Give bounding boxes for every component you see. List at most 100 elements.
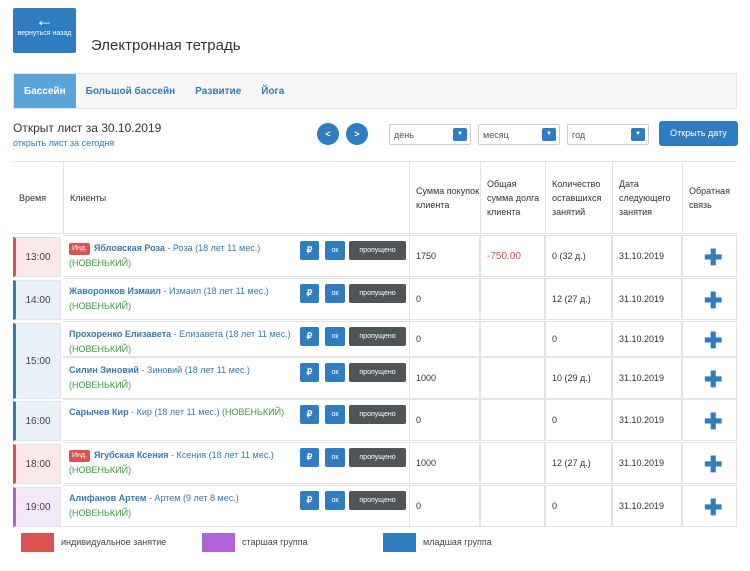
feedback-cell: ✚ [682,357,737,399]
client-name-link[interactable]: Алифанов Артем [69,493,146,503]
remaining-cell: 12 (27 д.) [545,278,612,320]
table-header: Время Клиенты Сумма покупок клиента Обща… [13,161,737,234]
sum-cell: 1000 [409,357,480,399]
tab-big-pool[interactable]: Большой бассейн [76,74,186,108]
legend-swatch-senior [202,533,235,552]
ok-button[interactable]: ок [325,327,345,346]
col-next-date: Дата следующего занятия [612,162,682,233]
debt-cell: -750.00 [480,235,545,277]
debt-cell [480,321,545,357]
next-date-cell: 31.10.2019 [612,278,682,320]
day-select[interactable]: день ▼ [389,124,471,145]
skipped-button[interactable]: пропущено [349,241,406,260]
sum-cell: 1750 [409,235,480,277]
payment-button[interactable]: ₽ [300,491,319,510]
tab-development[interactable]: Развитие [185,74,251,108]
client-name-link[interactable]: Силин Зиновий [69,365,139,375]
col-sum: Сумма покупок клиента [409,162,480,233]
add-feedback-plus-icon[interactable]: ✚ [704,330,722,352]
individual-tag: Инд. [69,450,90,462]
month-select-value: месяц [483,130,509,140]
client-cell: Прохоренко Елизавета - Елизавета (18 лет… [63,321,409,357]
debt-cell [480,399,545,441]
client-info: Жаворонков Измаил - Измаил (18 лет 11 ме… [69,284,295,314]
next-date-cell: 31.10.2019 [612,321,682,357]
client-info: Инд. Ягубская Ксения - Ксения (18 лет 11 … [69,448,295,478]
open-date-button[interactable]: Открыть дату [659,121,738,146]
prev-date-button[interactable]: < [317,123,339,145]
tab-yoga[interactable]: Йога [251,74,294,108]
client-cell: Силин Зиновий - Зиновий (18 лет 11 мес.)… [63,357,409,399]
day-select-value: день [394,130,414,140]
client-cell: Жаворонков Измаил - Измаил (18 лет 11 ме… [63,278,409,320]
payment-button[interactable]: ₽ [300,327,319,346]
chevron-down-icon: ▼ [542,128,556,141]
add-feedback-plus-icon[interactable]: ✚ [704,454,722,476]
client-info: Сарычев Кир - Кир (18 лет 11 мес.) (НОВЕ… [69,405,295,420]
skipped-button[interactable]: пропущено [349,284,406,303]
ok-button[interactable]: ок [325,448,345,467]
remaining-cell: 0 [545,399,612,441]
client-name-link[interactable]: Прохоренко Елизавета [69,329,171,339]
skipped-button[interactable]: пропущено [349,448,406,467]
add-feedback-plus-icon[interactable]: ✚ [704,247,722,269]
client-detail: - Зиновий (18 лет 11 мес.) [138,365,250,375]
month-select[interactable]: месяц ▼ [478,124,560,145]
ok-button[interactable]: ок [325,491,345,510]
client-name-link[interactable]: Ябловская Роза [94,243,165,253]
arrow-left-icon: ← [35,10,54,30]
open-today-link[interactable]: открыть лист за сегодня [13,138,114,148]
next-date-cell: 31.10.2019 [612,485,682,527]
ok-button[interactable]: ок [325,284,345,303]
debt-cell [480,485,545,527]
table-row: Инд. Ягубская Ксения - Ксения (18 лет 11 … [13,442,737,484]
client-detail: - Роза (18 лет 11 мес.) [164,243,261,253]
add-feedback-plus-icon[interactable]: ✚ [704,290,722,312]
page-title: Электронная тетрадь [91,37,241,54]
client-name-link[interactable]: Жаворонков Измаил [69,286,161,296]
ok-button[interactable]: ок [325,363,345,382]
chevron-down-icon: ▼ [453,128,467,141]
col-time: Время [19,192,47,203]
skipped-button[interactable]: пропущено [349,327,406,346]
year-select[interactable]: год ▼ [567,124,649,145]
add-feedback-plus-icon[interactable]: ✚ [704,369,722,391]
client-status: (НОВЕНЬКИЙ) [222,407,285,417]
tabs-bar: Бассейн Большой бассейн Развитие Йога [13,73,737,109]
remaining-cell: 10 (29 д.) [545,357,612,399]
add-feedback-plus-icon[interactable]: ✚ [704,411,722,433]
skipped-button[interactable]: пропущено [349,363,406,382]
legend: индивидуальное занятие старшая группа мл… [21,533,741,553]
legend-swatch-individual [21,533,54,552]
tab-pool[interactable]: Бассейн [14,74,76,108]
next-date-button[interactable]: > [346,123,368,145]
ok-button[interactable]: ок [325,241,345,260]
skipped-button[interactable]: пропущено [349,405,406,424]
remaining-cell: 0 [545,485,612,527]
next-date-cell: 31.10.2019 [612,235,682,277]
skipped-button[interactable]: пропущено [349,491,406,510]
client-cell: Алифанов Артем - Артем (9 лет 8 мес.) (Н… [63,485,409,527]
client-detail: - Измаил (18 лет 11 мес.) [161,286,269,296]
legend-swatch-junior [383,533,416,552]
back-button[interactable]: ← вернуться назад [13,8,76,53]
feedback-cell: ✚ [682,235,737,277]
debt-cell [480,357,545,399]
payment-button[interactable]: ₽ [300,405,319,424]
payment-button[interactable]: ₽ [300,363,319,382]
ok-button[interactable]: ок [325,405,345,424]
client-name-link[interactable]: Сарычев Кир [69,407,129,417]
payment-button[interactable]: ₽ [300,241,319,260]
payment-button[interactable]: ₽ [300,284,319,303]
open-sheet-title: Открыт лист за 30.10.2019 [13,121,162,135]
client-name-link[interactable]: Ягубская Ксения [94,450,169,460]
journal-table: Время Клиенты Сумма покупок клиента Обща… [13,161,737,527]
individual-tag: Инд. [69,243,90,255]
sum-cell: 1000 [409,442,480,484]
client-detail: - Елизавета (18 лет 11 мес.) [171,329,291,339]
client-status: (НОВЕНЬКИЙ) [69,465,132,475]
payment-button[interactable]: ₽ [300,448,319,467]
table-row: Инд. Ябловская Роза - Роза (18 лет 11 мес… [13,235,737,277]
add-feedback-plus-icon[interactable]: ✚ [704,497,722,519]
chevron-down-icon: ▼ [631,128,645,141]
